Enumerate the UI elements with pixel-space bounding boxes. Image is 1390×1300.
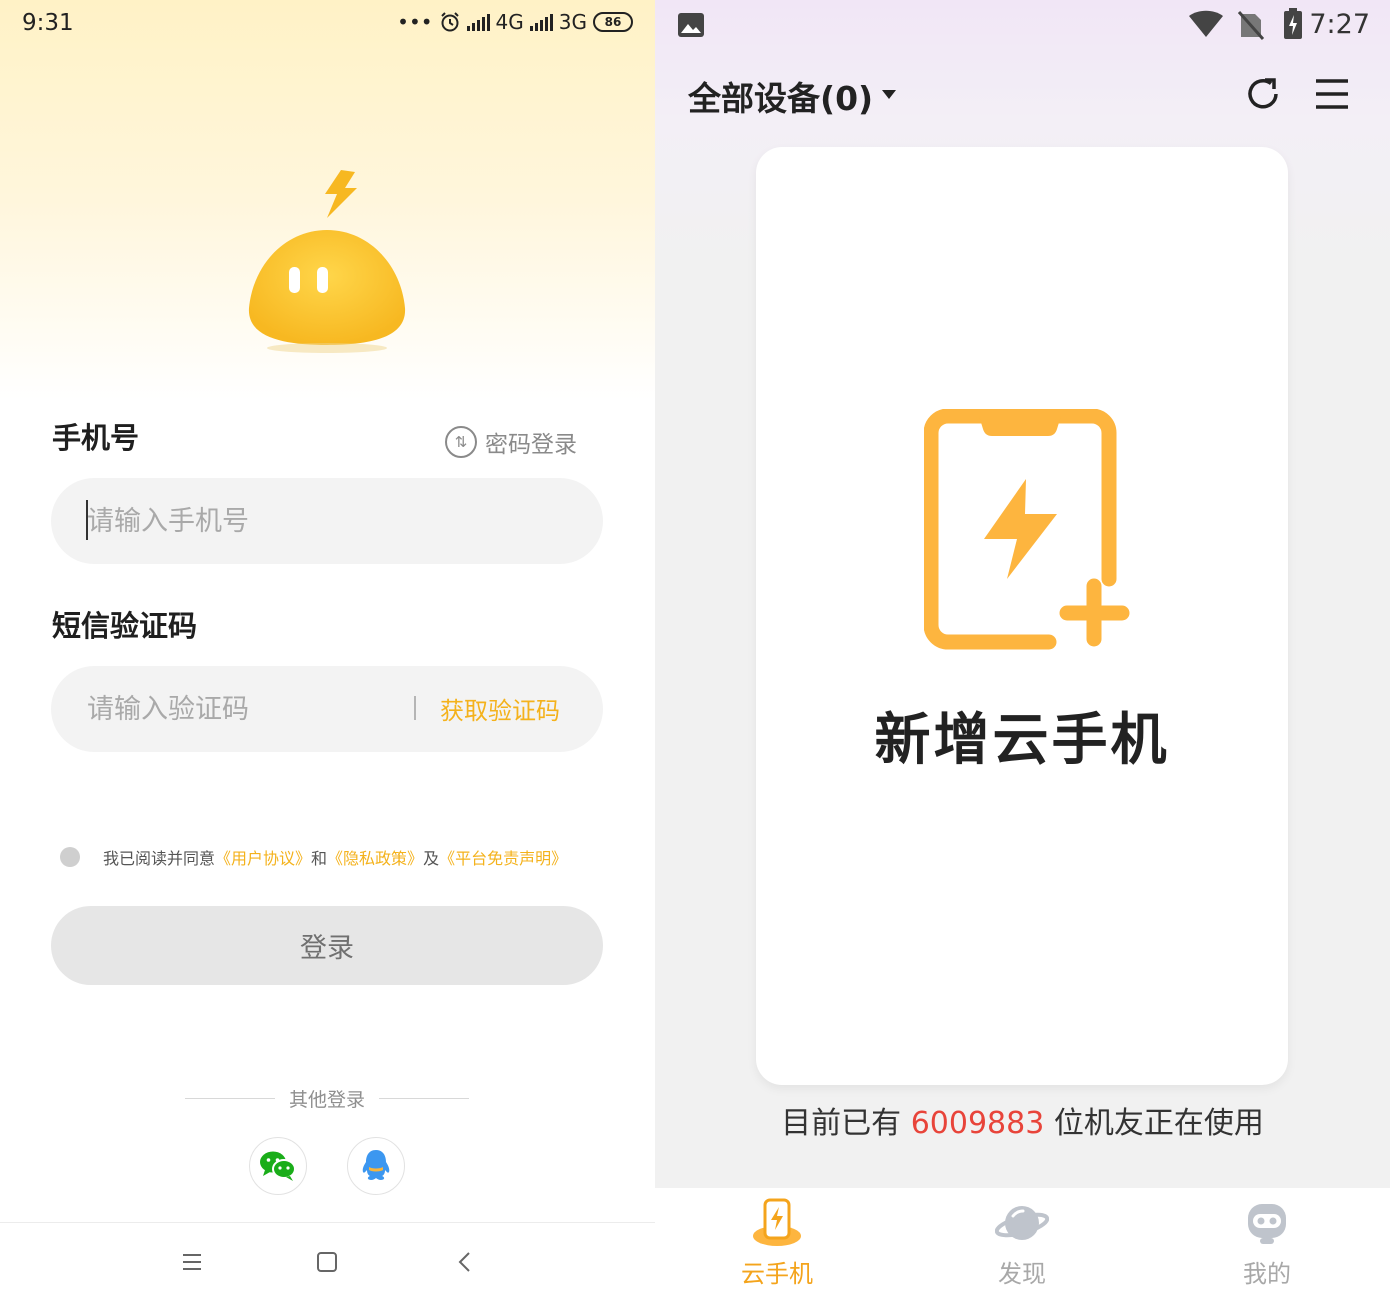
add-cloud-phone-icon <box>924 409 1130 650</box>
add-cloud-phone-card[interactable]: 新增云手机 <box>756 147 1288 1085</box>
agreement-also: 及 <box>423 849 440 868</box>
robot-icon <box>1248 1204 1286 1244</box>
refresh-button[interactable] <box>1241 72 1285 116</box>
signal-icon <box>466 13 490 31</box>
menu-icon <box>183 1254 201 1270</box>
add-cloud-phone-title: 新增云手机 <box>874 708 1170 773</box>
phone-input-wrapper <box>51 478 603 564</box>
battery-icon: 86 <box>593 12 633 32</box>
agreement-prefix: 我已阅读并同意 <box>103 849 216 868</box>
other-login-divider: 其他登录 <box>185 1085 470 1112</box>
tab-label: 发现 <box>998 1260 1046 1288</box>
system-navigation-bar <box>0 1222 655 1300</box>
back-chevron-icon <box>458 1252 470 1272</box>
status-icons: ••• 4G 3G 86 <box>397 10 633 34</box>
back-nav-button[interactable] <box>447 1245 481 1279</box>
device-filter-dropdown[interactable]: 全部设备(0) <box>688 72 873 120</box>
user-agreement-link[interactable]: 《用户协议》 <box>215 845 311 869</box>
text-caret <box>86 500 88 540</box>
tab-label: 我的 <box>1243 1260 1291 1288</box>
agreement-and: 和 <box>311 849 328 868</box>
users-prefix: 目前已有 <box>781 1106 902 1141</box>
tab-cloud-phone[interactable]: 云手机 <box>717 1198 837 1289</box>
battery-charging-icon <box>1284 8 1302 39</box>
status-time: 9:31 <box>22 10 74 36</box>
menu-button[interactable] <box>1310 72 1354 116</box>
cloud-phone-icon <box>753 1198 801 1246</box>
more-dots-icon: ••• <box>397 10 433 34</box>
status-bar: 9:31 ••• 4G 3G 86 <box>0 0 655 48</box>
wechat-icon <box>260 1151 296 1181</box>
refresh-icon <box>1248 78 1278 109</box>
login-button[interactable]: 登录 <box>51 906 603 985</box>
password-login-label: 密码登录 <box>485 432 577 458</box>
wechat-login-button[interactable] <box>249 1137 307 1195</box>
divider-line <box>379 1098 470 1099</box>
mascot-logo-icon <box>248 170 406 353</box>
phone-input[interactable] <box>87 478 407 564</box>
network-4g: 4G <box>495 10 524 34</box>
disclaimer-link[interactable]: 《平台免责声明》 <box>439 845 567 869</box>
active-users-text: 目前已有 6009883 位机友正在使用 <box>655 1098 1390 1142</box>
tab-discover[interactable]: 发现 <box>962 1198 1082 1289</box>
qq-icon <box>362 1150 390 1180</box>
get-code-button[interactable]: 获取验证码 <box>440 691 560 726</box>
gallery-icon <box>678 13 704 37</box>
password-login-link[interactable]: ⇅ 密码登录 <box>445 425 577 459</box>
switch-icon: ⇅ <box>445 426 477 458</box>
users-suffix: 位机友正在使用 <box>1053 1106 1264 1141</box>
signal-icon-2 <box>529 13 553 31</box>
wifi-icon <box>1189 10 1223 37</box>
home-square-icon <box>317 1252 337 1272</box>
status-bar: 7:27 <box>655 0 1390 50</box>
sms-input-wrapper: 获取验证码 <box>51 666 603 752</box>
bottom-tab-bar: 云手机 发现 我的 <box>655 1188 1390 1300</box>
divider <box>414 696 416 720</box>
tab-label: 云手机 <box>741 1260 813 1288</box>
divider-line <box>185 1098 275 1099</box>
qq-login-button[interactable] <box>347 1137 405 1195</box>
agreement-row: 我已阅读并同意 《用户协议》 和 《隐私政策》 及 《平台免责声明》 <box>60 845 567 869</box>
other-login-label: 其他登录 <box>289 1089 366 1111</box>
status-time: 7:27 <box>1309 9 1370 40</box>
sms-code-input[interactable] <box>87 666 407 752</box>
phone-label: 手机号 <box>52 421 140 455</box>
network-3g: 3G <box>558 10 587 34</box>
alarm-icon <box>440 12 459 32</box>
device-list-screen: 7:27 全部设备(0) 新增云手机 目前已有 6009883 位机友正在使用 <box>655 0 1390 1300</box>
login-screen: 9:31 ••• 4G 3G 86 手机号 ⇅ 密码登录 短信验证 <box>0 0 655 1300</box>
sms-code-label: 短信验证码 <box>52 609 198 643</box>
caret-down-icon[interactable] <box>882 90 896 99</box>
users-count: 6009883 <box>910 1106 1045 1141</box>
agree-radio[interactable] <box>60 847 80 867</box>
privacy-policy-link[interactable]: 《隐私政策》 <box>327 845 423 869</box>
home-nav-button[interactable] <box>310 1245 344 1279</box>
menu-nav-button[interactable] <box>175 1245 209 1279</box>
tab-mine[interactable]: 我的 <box>1207 1198 1327 1289</box>
planet-icon <box>995 1206 1049 1240</box>
hamburger-menu-icon <box>1316 79 1348 109</box>
no-sim-icon <box>1238 11 1264 40</box>
